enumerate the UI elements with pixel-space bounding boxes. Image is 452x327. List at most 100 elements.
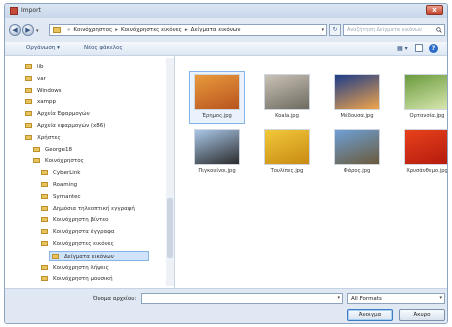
sidebar-item[interactable]: Κοινόχρηστος [33, 156, 84, 166]
file-thumbnail[interactable] [194, 74, 240, 110]
sidebar-item-label: Windows [37, 87, 62, 94]
back-button[interactable]: ◀ [9, 24, 21, 36]
navigation-bar: ◀ ▶ ▾ «Κοινόχρηστος ▸ Κοινόχρηστες εικόνες… [5, 18, 447, 42]
file-type-value: All Formats [351, 296, 382, 302]
sidebar-item[interactable]: Δείγματα εικόνων [49, 250, 149, 261]
sidebar-item[interactable]: Symantec [41, 192, 81, 202]
folder-icon [41, 193, 48, 199]
file-name[interactable]: Πιγκουίνοι.jpg [187, 168, 247, 174]
sidebar-item[interactable]: Δημόσια τηλεοπτική εγγραφή [41, 204, 135, 214]
address-dropdown-icon[interactable]: ▾ [321, 27, 324, 33]
file-list: Έρημος.jpg Koala.jpg Μέδουσα.jpg Ορτανσία.j… [175, 56, 447, 288]
sidebar-item-label: Αρχεία εφαρμογών (x86) [37, 123, 106, 129]
title-bar: Import x [5, 4, 447, 18]
sidebar-item[interactable]: Αρχεία εφαρμογών (x86) [25, 121, 105, 131]
folder-icon [25, 123, 32, 128]
sidebar-item[interactable]: Κοινόχρηστη λήψεις [41, 263, 109, 273]
sidebar-item-label: var [37, 75, 46, 82]
recent-locations-dropdown-icon[interactable]: ▾ [36, 28, 39, 34]
sidebar-item-label: Χρήστες [37, 134, 61, 141]
change-view-icon[interactable]: ▦ ▾ [397, 45, 408, 52]
file-thumbnail[interactable] [334, 74, 380, 110]
filename-label: Όνομα αρχείου: [93, 296, 137, 302]
sidebar-item-label: Κοινόχρηστη βίντεο [53, 217, 109, 224]
search-icon[interactable] [436, 27, 442, 33]
sidebar-item[interactable]: Roaming [41, 180, 77, 190]
sidebar-item[interactable]: var [25, 74, 46, 84]
sidebar-item[interactable]: Κοινόχρηστη μουσική [41, 274, 113, 284]
folder-icon [25, 111, 32, 117]
folder-icon [52, 253, 59, 259]
file-thumbnail[interactable] [404, 129, 447, 165]
sidebar-item-label: Κοινόχρηστες εικόνες [53, 241, 114, 247]
scrollbar-thumb[interactable] [167, 198, 173, 258]
address-bar[interactable]: «Κοινόχρηστος ▸ Κοινόχρηστες εικόνες ▸ Δείγμ… [49, 24, 327, 36]
folder-icon [25, 99, 32, 105]
folder-icon [25, 75, 32, 81]
breadcrumb-item[interactable]: Κοινόχρηστος [73, 27, 112, 33]
search-input[interactable]: Αναζήτηση Δείγματα εικόνων [347, 27, 422, 33]
breadcrumb-item[interactable]: Κοινόχρηστες εικόνες [121, 27, 182, 33]
filename-dropdown-icon[interactable]: ▾ [337, 295, 340, 301]
refresh-icon[interactable]: ↻ [329, 24, 341, 36]
folder-icon [41, 217, 48, 223]
search-box[interactable]: Αναζήτηση Δείγματα εικόνων [343, 24, 445, 36]
sidebar-item-label: xampp [37, 99, 56, 106]
dialog-footer: Όνομα αρχείου: ▾ All Formats ▾ Άνοιγμα Ά… [5, 288, 447, 323]
file-name[interactable]: Έρημος.jpg [187, 113, 247, 119]
file-name[interactable]: Χρυσάνθεμο.jpg [397, 168, 447, 174]
sidebar-item[interactable]: Κοινόχρηστα έγγραφα [41, 227, 114, 237]
breadcrumb-separator-icon: « [67, 27, 71, 33]
sidebar-item[interactable]: lib [25, 62, 44, 72]
window-title: Import [21, 7, 41, 14]
sidebar-item-label: Δημόσια τηλεοπτική εγγραφή [53, 205, 135, 212]
folder-icon [41, 229, 48, 235]
organize-button[interactable]: Οργάνωση ▾ [26, 45, 60, 51]
file-thumbnail[interactable] [264, 74, 310, 110]
sidebar-item[interactable]: xampp [25, 97, 56, 107]
file-type-dropdown-icon[interactable]: ▾ [439, 295, 442, 301]
file-thumbnail[interactable] [404, 74, 447, 110]
filename-field[interactable]: ▾ [141, 293, 343, 304]
file-thumbnail[interactable] [334, 129, 380, 165]
forward-button[interactable]: ▶ [22, 24, 34, 36]
sidebar-item-label: Κοινόχρηστη λήψεις [53, 264, 109, 271]
sidebar-item-label: CyberLink [53, 170, 81, 177]
breadcrumb-separator-icon: ▸ [115, 27, 118, 33]
file-thumbnail[interactable] [194, 129, 240, 165]
sidebar-item[interactable]: Windows [25, 86, 62, 96]
file-name[interactable]: Ορτανσία.jpg [397, 113, 447, 119]
cancel-button[interactable]: Άκυρο [399, 309, 445, 321]
sidebar-item[interactable]: Χρήστες [25, 133, 61, 143]
breadcrumb: «Κοινόχρηστος ▸ Κοινόχρηστες εικόνες ▸ Δείγμ… [64, 27, 240, 33]
app-icon [10, 7, 18, 15]
sidebar-item-label: Symantec [53, 193, 81, 200]
sidebar-item[interactable]: Κοινόχρηστες εικόνες [41, 239, 114, 249]
close-button[interactable]: x [426, 5, 443, 15]
navigation-scrollbar[interactable] [166, 58, 174, 286]
sidebar-item[interactable]: Κοινόχρηστη βίντεο [41, 215, 109, 225]
help-icon[interactable]: ? [429, 44, 438, 53]
file-thumbnail[interactable] [264, 129, 310, 165]
sidebar-item-label: Κοινόχρηστος [45, 158, 84, 165]
file-name[interactable]: Τουλίπες.jpg [257, 168, 317, 174]
import-dialog: Import x ◀ ▶ ▾ «Κοινόχρηστος ▸ Κοινόχρηστε… [4, 3, 448, 324]
folder-icon [25, 87, 32, 93]
file-name[interactable]: Koala.jpg [257, 113, 317, 119]
new-folder-button[interactable]: Νέος φάκελος [84, 45, 123, 51]
breadcrumb-item[interactable]: Δείγματα εικόνων [191, 27, 241, 33]
sidebar-item[interactable]: Αρχεία Εφαρμογών [25, 109, 90, 119]
sidebar-item[interactable]: CyberLink [41, 168, 81, 178]
file-type-select[interactable]: All Formats ▾ [347, 293, 445, 304]
folder-icon [33, 158, 40, 164]
breadcrumb-separator-icon: ▸ [184, 27, 188, 33]
folder-icon [41, 182, 48, 187]
file-name[interactable]: Μέδουσα.jpg [327, 113, 387, 119]
open-button[interactable]: Άνοιγμα [347, 309, 393, 321]
sidebar-item-label: lib [37, 64, 44, 70]
folder-icon [25, 64, 32, 69]
preview-pane-icon[interactable] [415, 44, 423, 52]
file-name[interactable]: Φάρος.jpg [327, 168, 387, 174]
folder-icon [41, 276, 48, 282]
sidebar-item[interactable]: George18 [33, 145, 72, 155]
